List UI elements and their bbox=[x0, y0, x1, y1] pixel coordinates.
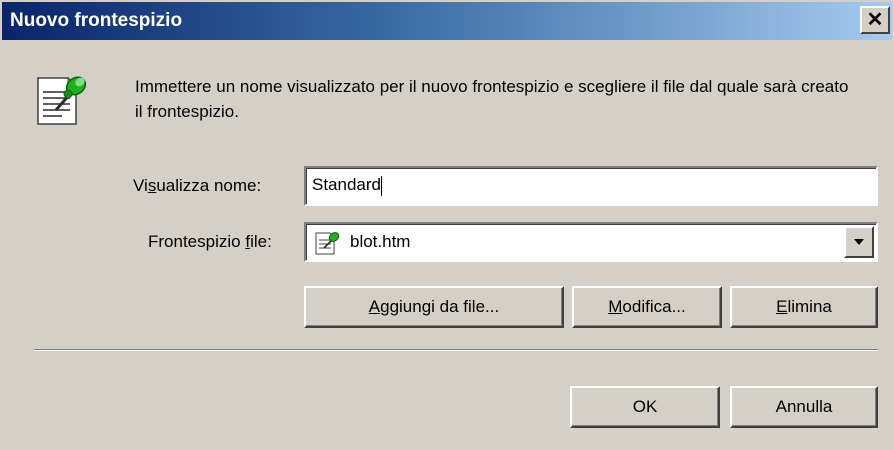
close-button[interactable]: ✕ bbox=[860, 6, 890, 34]
text-caret bbox=[381, 175, 382, 196]
display-name-value: Standard bbox=[312, 175, 381, 194]
cancel-label: Annulla bbox=[775, 397, 833, 416]
delete-accel: E bbox=[776, 297, 788, 316]
cancel-button[interactable]: Annulla bbox=[730, 386, 878, 428]
dropdown-arrow-button[interactable] bbox=[844, 226, 874, 258]
add-from-file-label: ggiungi da file... bbox=[380, 297, 500, 316]
title-bar[interactable]: Nuovo frontespizio ✕ bbox=[2, 2, 892, 40]
display-name-input[interactable]: Standard bbox=[304, 166, 878, 206]
window-title: Nuovo frontespizio bbox=[10, 10, 183, 31]
chevron-down-icon bbox=[854, 239, 864, 245]
edit-button[interactable]: Modifica... bbox=[572, 286, 722, 328]
ok-button[interactable]: OK bbox=[570, 386, 720, 428]
edit-accel: M bbox=[608, 297, 623, 316]
edit-label: odifica... bbox=[622, 297, 686, 316]
delete-label: limina bbox=[787, 297, 832, 316]
delete-button[interactable]: Elimina bbox=[730, 286, 878, 328]
display-name-label: Visualizza nome: bbox=[133, 176, 261, 196]
cover-file-selected: blot.htm bbox=[350, 232, 411, 251]
cover-file-dropdown[interactable]: blot.htm bbox=[304, 222, 878, 262]
instructions-text: Immettere un nome visualizzato per il nu… bbox=[135, 77, 849, 121]
cover-page-file-icon bbox=[315, 232, 340, 255]
add-from-file-button[interactable]: Aggiungi da file... bbox=[304, 286, 564, 328]
close-icon: ✕ bbox=[866, 9, 884, 31]
cover-file-label: Frontespizio file: bbox=[148, 232, 272, 252]
display-name-label-part: ualizza nome: bbox=[156, 176, 262, 195]
separator-line bbox=[34, 349, 878, 351]
display-name-label-part: Vi bbox=[133, 176, 148, 195]
add-from-file-accel: A bbox=[368, 297, 381, 316]
cover-file-label-part: Frontespizio bbox=[148, 232, 246, 251]
ok-label: OK bbox=[632, 397, 658, 416]
dialog-window: Nuovo frontespizio ✕ Immettere un nome v… bbox=[0, 0, 894, 450]
cover-file-label-part: ile: bbox=[250, 232, 272, 251]
cover-page-icon bbox=[37, 76, 87, 125]
